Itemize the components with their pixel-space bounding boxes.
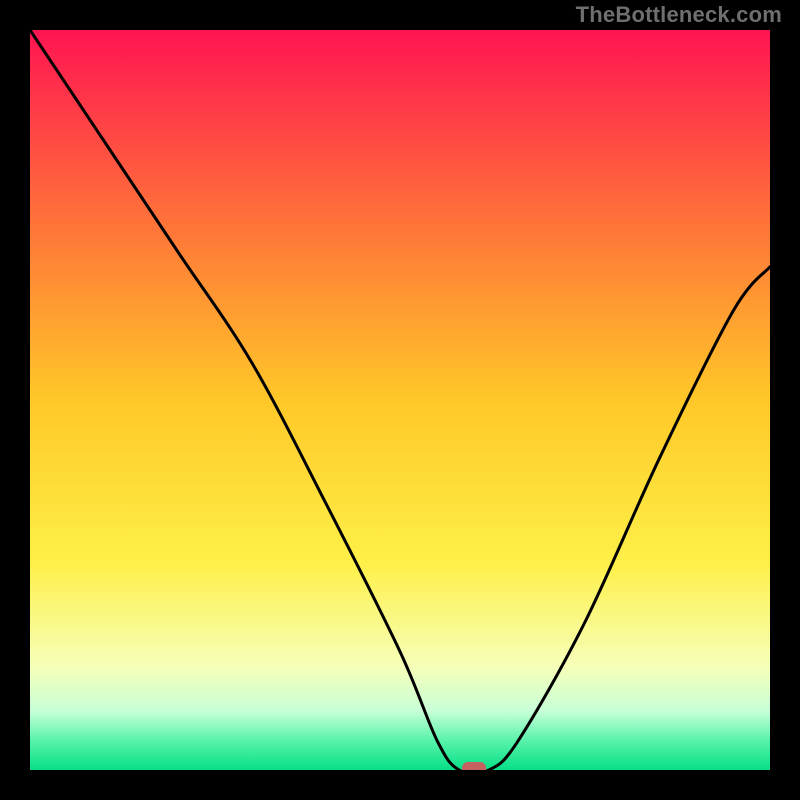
optimal-marker: [462, 762, 486, 770]
plot-area: [30, 30, 770, 770]
chart-frame: TheBottleneck.com: [0, 0, 800, 800]
gradient-background: [30, 30, 770, 770]
bottleneck-curve-chart: [30, 30, 770, 770]
watermark-text: TheBottleneck.com: [576, 2, 782, 28]
